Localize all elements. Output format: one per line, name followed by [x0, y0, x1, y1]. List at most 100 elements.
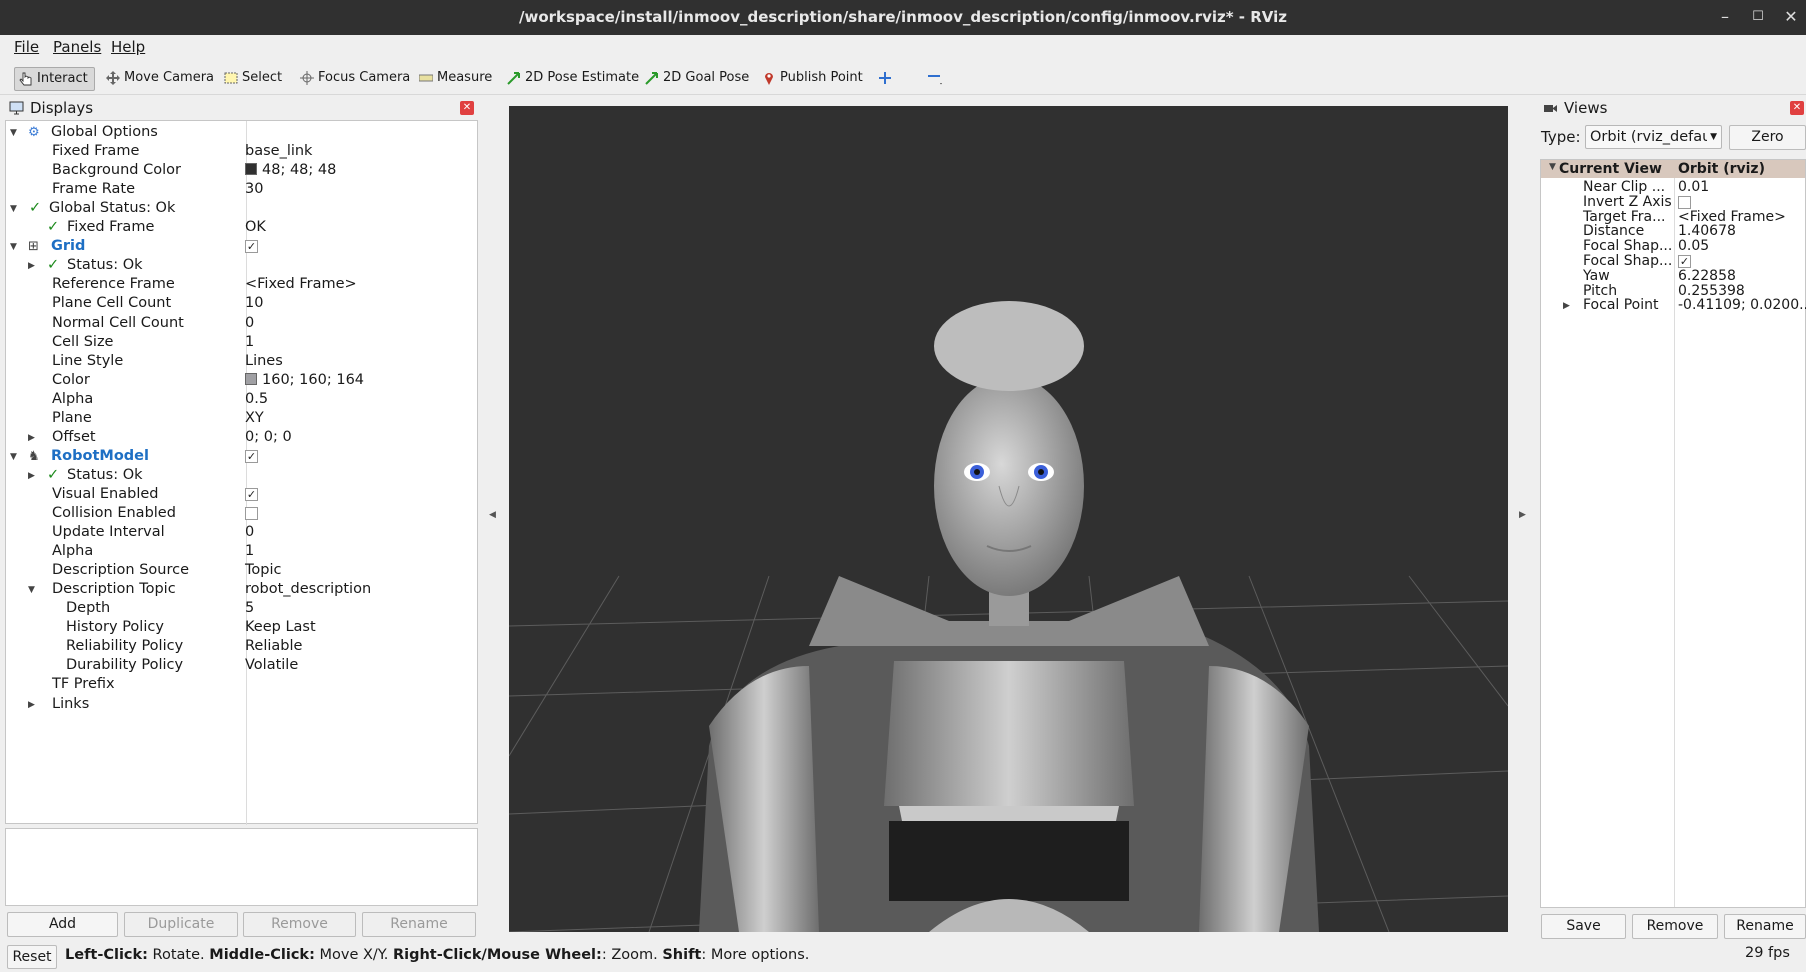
menu-help[interactable]: Help: [111, 38, 145, 56]
display-row[interactable]: Frame Rate 30: [6, 180, 477, 199]
expand-arrow-icon[interactable]: ▼: [10, 124, 17, 143]
expand-arrow-icon[interactable]: ▼: [28, 581, 35, 600]
remove-tool-button[interactable]: [924, 67, 944, 91]
checkbox[interactable]: [1678, 195, 1691, 209]
display-row[interactable]: Description Source Topic: [6, 561, 477, 580]
display-row-value[interactable]: 0: [245, 523, 254, 542]
display-row-value[interactable]: Topic: [245, 561, 281, 580]
display-row-value[interactable]: 1: [245, 542, 254, 561]
collapsed-arrow-icon[interactable]: ▶: [1563, 298, 1570, 315]
display-row[interactable]: Update Interval 0: [6, 523, 477, 542]
display-row-value[interactable]: 30: [245, 180, 263, 199]
display-row[interactable]: ▼ Description Topic robot_description: [6, 580, 477, 599]
expand-arrow-icon[interactable]: ▼: [10, 448, 17, 467]
checkbox[interactable]: ✓: [245, 449, 258, 463]
display-row[interactable]: Alpha 0.5: [6, 390, 477, 409]
display-row[interactable]: Reliability Policy Reliable: [6, 637, 477, 656]
collapse-left-icon[interactable]: ◀: [489, 510, 496, 520]
color-swatch[interactable]: [245, 372, 257, 385]
checkbox[interactable]: ✓: [245, 240, 258, 254]
display-row-value[interactable]: XY: [245, 409, 264, 428]
collapsed-arrow-icon[interactable]: ▶: [28, 429, 35, 448]
display-row[interactable]: ▶ ✓ Status: Ok: [6, 256, 477, 275]
zero-button[interactable]: Zero: [1729, 125, 1806, 150]
expand-arrow-icon[interactable]: ▼: [10, 238, 17, 257]
minimize-icon[interactable]: –: [1714, 6, 1736, 28]
interact-tool[interactable]: Interact: [14, 67, 95, 91]
display-row-value[interactable]: base_link: [245, 142, 312, 161]
checkbox[interactable]: ✓: [1678, 255, 1691, 268]
select-tool[interactable]: Select: [222, 67, 282, 91]
display-row-value[interactable]: 5: [245, 599, 254, 618]
remove-view-button[interactable]: Remove: [1632, 914, 1718, 939]
close-icon[interactable]: ✕: [1780, 6, 1802, 28]
maximize-icon[interactable]: ☐: [1747, 6, 1769, 28]
menu-file[interactable]: File: [14, 38, 39, 56]
display-row-value[interactable]: Reliable: [245, 637, 302, 656]
display-row[interactable]: Plane Cell Count 10: [6, 294, 477, 313]
rename-display-button[interactable]: Rename: [362, 912, 476, 937]
display-row[interactable]: Collision Enabled: [6, 504, 477, 523]
display-row[interactable]: ▼ ✓ Global Status: Ok: [6, 199, 477, 218]
duplicate-display-button[interactable]: Duplicate: [124, 912, 238, 937]
display-row-value[interactable]: Volatile: [245, 656, 298, 675]
focus-camera-tool[interactable]: Focus Camera: [298, 67, 410, 91]
color-swatch[interactable]: [245, 163, 257, 176]
measure-tool[interactable]: Measure: [417, 67, 492, 91]
view-property-value[interactable]: -0.41109; 0.0200...: [1678, 297, 1806, 314]
display-row[interactable]: Fixed Frame base_link: [6, 142, 477, 161]
display-row-value[interactable]: Keep Last: [245, 618, 316, 637]
view-type-dropdown[interactable]: Orbit (rviz_defau ▼: [1585, 125, 1722, 149]
move-camera-tool[interactable]: Move Camera: [104, 67, 214, 91]
remove-display-button[interactable]: Remove: [243, 912, 356, 937]
close-panel-icon[interactable]: ✕: [1790, 101, 1804, 115]
collapsed-arrow-icon[interactable]: ▶: [28, 696, 35, 715]
display-row[interactable]: Visual Enabled ✓: [6, 485, 477, 504]
display-row-value[interactable]: 10: [245, 294, 263, 313]
left-splitter[interactable]: ◀: [480, 95, 506, 930]
display-row[interactable]: Depth 5: [6, 599, 477, 618]
3d-render-viewport[interactable]: [509, 106, 1508, 932]
display-row[interactable]: ▼ ♞ RobotModel ✓: [6, 447, 477, 466]
display-row-value[interactable]: 160; 160; 164: [245, 371, 364, 390]
add-tool-button[interactable]: [876, 67, 891, 91]
collapsed-arrow-icon[interactable]: ▶: [28, 257, 35, 276]
reset-button[interactable]: Reset: [7, 945, 57, 969]
display-row[interactable]: Plane XY: [6, 409, 477, 428]
rename-view-button[interactable]: Rename: [1724, 914, 1806, 939]
display-row-value[interactable]: 1: [245, 333, 254, 352]
expand-arrow-icon[interactable]: ▼: [10, 200, 17, 219]
expand-arrow-icon[interactable]: ▼: [1549, 162, 1556, 172]
display-row[interactable]: Cell Size 1: [6, 333, 477, 352]
right-splitter[interactable]: ▶: [1506, 95, 1536, 930]
display-row[interactable]: ▶ Links: [6, 695, 477, 714]
display-row-value[interactable]: 0; 0; 0: [245, 428, 292, 447]
display-row[interactable]: ▼ ⚙ Global Options: [6, 123, 477, 142]
display-row[interactable]: ▶ ✓ Status: Ok: [6, 466, 477, 485]
display-row-value[interactable]: <Fixed Frame>: [245, 275, 357, 294]
display-row[interactable]: ▶ Offset 0; 0; 0: [6, 428, 477, 447]
view-property-row[interactable]: ▶ Focal Point -0.41109; 0.0200...: [1541, 297, 1806, 314]
current-view-row[interactable]: ▼ Current View Orbit (rviz): [1541, 160, 1805, 178]
checkbox[interactable]: ✓: [245, 487, 258, 501]
collapsed-arrow-icon[interactable]: ▶: [28, 467, 35, 486]
add-display-button[interactable]: Add: [7, 912, 118, 937]
display-row-value[interactable]: OK: [245, 218, 266, 237]
menu-panels[interactable]: Panels: [53, 38, 101, 56]
display-row[interactable]: Durability Policy Volatile: [6, 656, 477, 675]
display-row[interactable]: Color 160; 160; 164: [6, 371, 477, 390]
display-row[interactable]: Alpha 1: [6, 542, 477, 561]
display-row[interactable]: ▼ ⊞ Grid ✓: [6, 237, 477, 256]
collapse-right-icon[interactable]: ▶: [1519, 510, 1526, 520]
display-row-value[interactable]: robot_description: [245, 580, 371, 599]
display-row[interactable]: Normal Cell Count 0: [6, 314, 477, 333]
display-row[interactable]: Background Color 48; 48; 48: [6, 161, 477, 180]
pose-estimate-tool[interactable]: 2D Pose Estimate: [505, 67, 639, 91]
display-row-value[interactable]: Lines: [245, 352, 283, 371]
display-row-value[interactable]: 0.5: [245, 390, 268, 409]
display-row-value[interactable]: 0: [245, 314, 254, 333]
close-panel-icon[interactable]: ✕: [460, 101, 474, 115]
display-row[interactable]: TF Prefix: [6, 675, 477, 694]
checkbox[interactable]: [245, 507, 258, 520]
display-row-value[interactable]: 48; 48; 48: [245, 161, 336, 180]
